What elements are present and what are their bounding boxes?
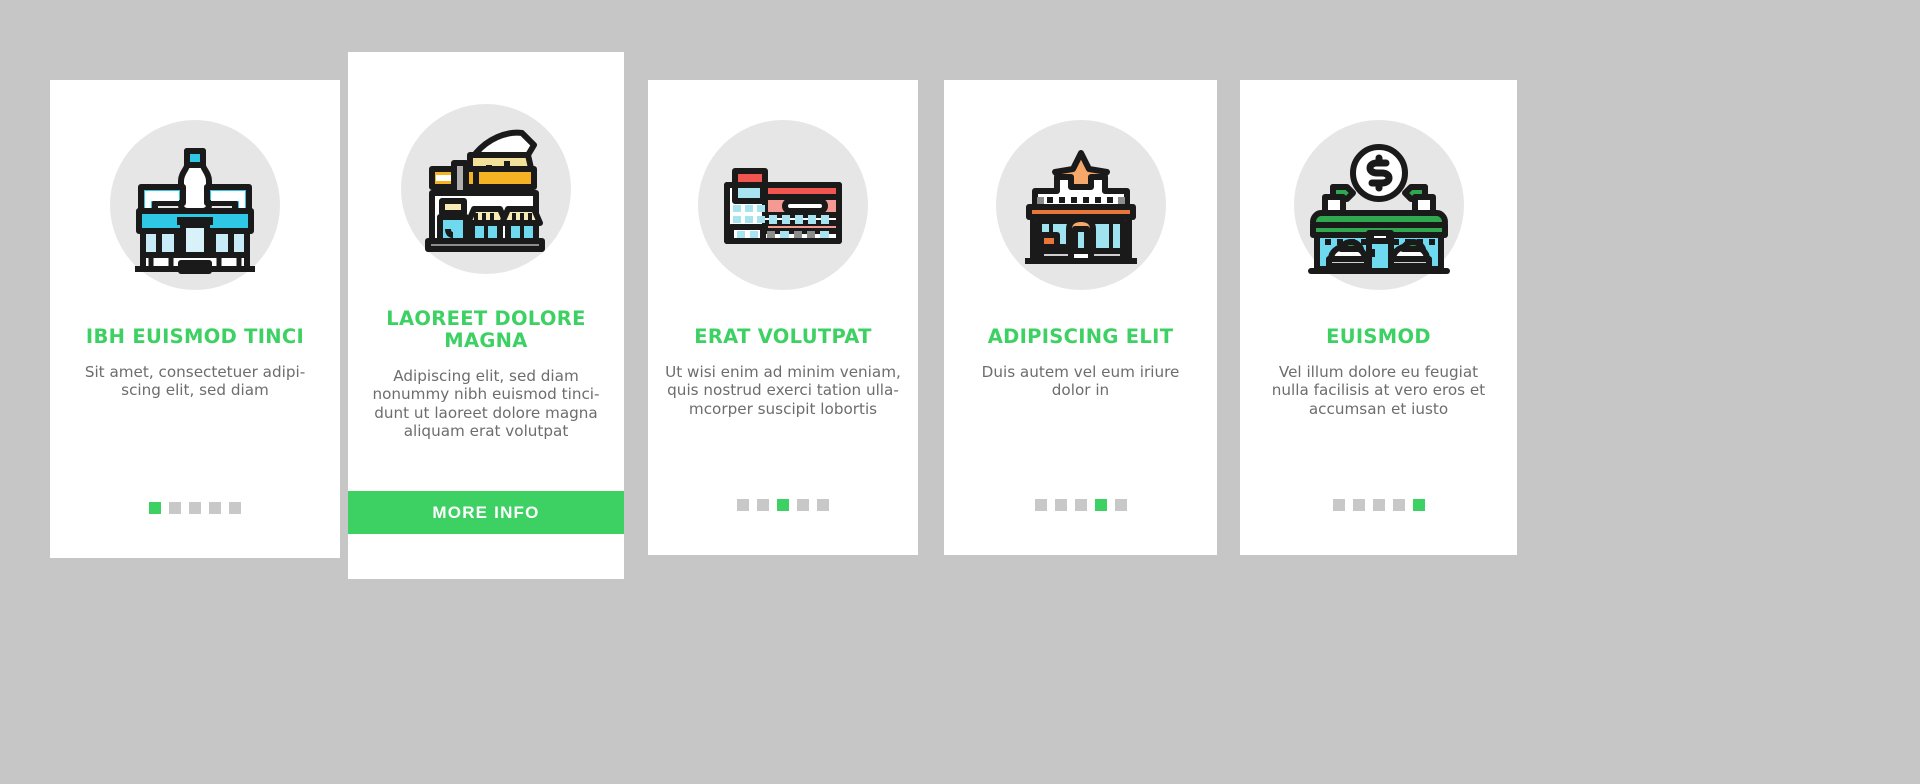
onboarding-card-5[interactable]: EUISMOD Vel illum dolore eu feugiat null… [1240,80,1517,555]
card-1-icon-area [110,120,280,290]
pagination-dot[interactable] [1352,499,1365,511]
pagination-dot[interactable] [169,502,181,514]
pagination-dot[interactable] [737,499,749,511]
pagination-dot[interactable] [149,502,161,514]
card-5-body: Vel illum dolore eu feugiat nulla facili… [1271,362,1486,418]
onboarding-card-4[interactable]: ADIPISCING ELIT Duis autem vel eum iriur… [944,80,1217,555]
pagination-dot[interactable] [797,499,809,511]
onboarding-card-2[interactable]: LAOREET DOLORE MAGNA Adipiscing elit, se… [348,52,624,579]
cheese-shop-storefront-icon [425,129,545,252]
pagination-dot[interactable] [209,502,221,514]
pagination-dot[interactable] [1054,499,1067,511]
card-1-body: Sit amet, consectetuer adipi- scing elit… [84,362,306,400]
card-3-body: Ut wisi enim ad minim veniam, quis nostr… [665,362,901,418]
pagination-dot[interactable] [777,499,789,511]
card-2-icon-area [401,104,571,274]
pagination-dot[interactable] [1094,499,1107,511]
pagination-dot[interactable] [1034,499,1047,511]
pagination-dot[interactable] [757,499,769,511]
dairy-store-milk-bottle-icon [135,148,255,274]
pagination-dot[interactable] [1392,499,1405,511]
money-dollar-store-icon [1307,144,1450,274]
pagination-dot[interactable] [817,499,829,511]
card-4-title: ADIPISCING ELIT [987,325,1174,348]
onboarding-card-3[interactable]: ERAT VOLUTPAT Ut wisi enim ad minim veni… [648,80,918,555]
more-info-button[interactable]: MORE INFO [348,491,624,534]
card-2-title: LAOREET DOLORE MAGNA [386,307,586,352]
card-5-pagination-dots[interactable] [1332,499,1425,511]
card-2-body: Adipiscing elit, sed diam nonummy nibh e… [372,366,600,441]
pagination-dot[interactable] [229,502,241,514]
card-5-icon-area [1293,120,1464,290]
pagination-dot[interactable] [1332,499,1345,511]
card-4-body: Duis autem vel eum iriure dolor in [981,362,1180,400]
onboarding-card-1[interactable]: IBH EUISMOD TINCI Sit amet, consectetuer… [50,80,340,558]
card-4-pagination-dots[interactable] [1034,499,1127,511]
shopping-mall-building-icon [724,168,842,244]
star-store-building-icon [1024,150,1137,264]
pagination-dot[interactable] [1114,499,1127,511]
pagination-dot[interactable] [1412,499,1425,511]
onboarding-screens-board: IBH EUISMOD TINCI Sit amet, consectetuer… [0,0,1920,784]
card-1-title: IBH EUISMOD TINCI [85,325,305,348]
card-3-icon-area [698,120,868,290]
card-5-title: EUISMOD [1326,325,1431,348]
pagination-dot[interactable] [189,502,201,514]
card-3-pagination-dots[interactable] [737,499,829,511]
pagination-dot[interactable] [1372,499,1385,511]
card-1-pagination-dots[interactable] [149,502,241,514]
card-4-icon-area [995,120,1166,290]
card-3-title: ERAT VOLUTPAT [694,325,872,348]
pagination-dot[interactable] [1074,499,1087,511]
